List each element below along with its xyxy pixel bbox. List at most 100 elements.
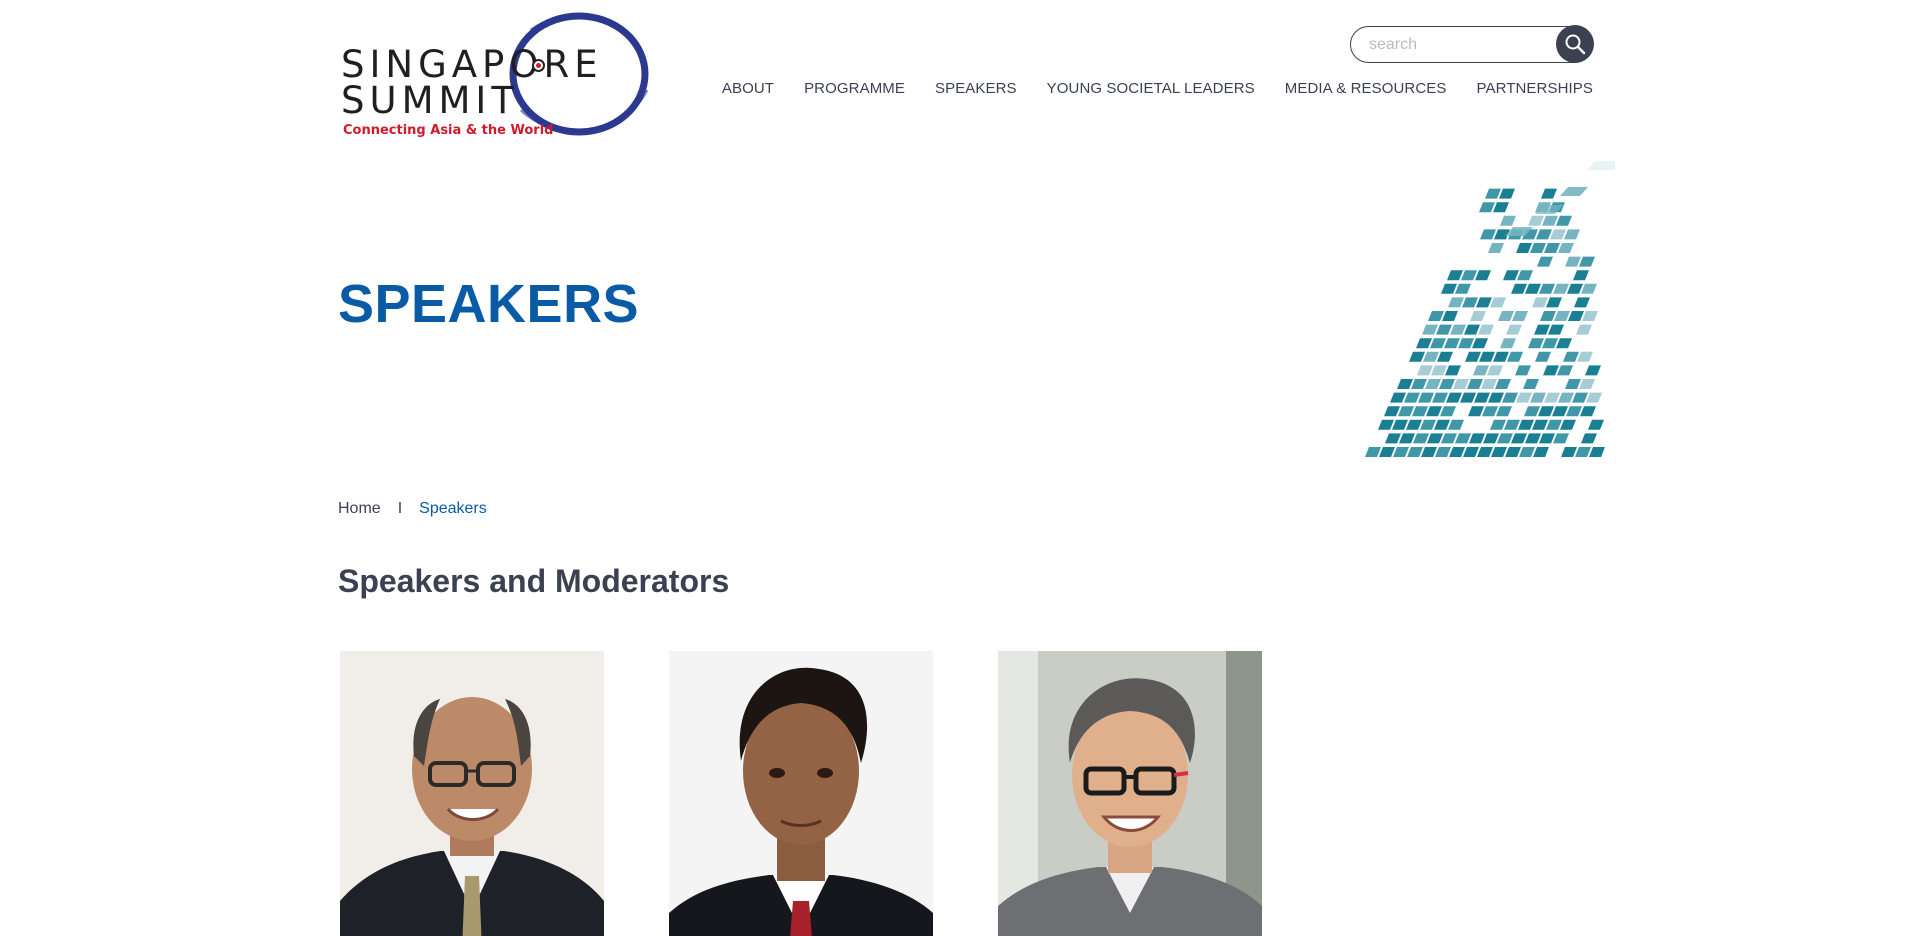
mosaic-tile (1568, 311, 1584, 321)
mosaic-tile (1472, 338, 1488, 349)
mosaic-tile (1455, 433, 1471, 444)
mosaic-tile (1479, 202, 1495, 213)
search-input[interactable] (1369, 34, 1549, 56)
mosaic-tile (1524, 406, 1540, 417)
speaker-card-photo[interactable] (669, 651, 933, 936)
nav-item-speakers[interactable]: SPEAKERS (935, 80, 1017, 97)
mosaic-tile (1474, 392, 1490, 403)
breadcrumb-home-link[interactable]: Home (338, 500, 381, 518)
mosaic-tile (1421, 447, 1437, 457)
mosaic-tile (1582, 311, 1598, 321)
mosaic-tile (1483, 433, 1499, 444)
mosaic-tile (1453, 379, 1469, 389)
mosaic-tile (1556, 338, 1572, 349)
mosaic-tile (1544, 243, 1560, 253)
site-logo[interactable]: SINGAPORE SUMMIT Connecting Asia & the W… (341, 8, 649, 140)
mosaic-tile (1533, 447, 1549, 457)
mosaic-tile (1412, 406, 1428, 417)
nav-item-media-resources[interactable]: MEDIA & RESOURCES (1285, 80, 1447, 97)
nav-item-partnerships[interactable]: PARTNERSHIPS (1476, 80, 1593, 97)
mosaic-tile (1462, 297, 1478, 308)
mosaic-tile (1572, 392, 1588, 403)
search-button[interactable] (1556, 25, 1594, 63)
mosaic-tile (1448, 419, 1464, 430)
mosaic-tile (1567, 283, 1583, 294)
mosaic-tile (1519, 447, 1535, 457)
mosaic-tile (1450, 324, 1466, 335)
mosaic-tile (1546, 297, 1562, 308)
mosaic-tile (1537, 256, 1553, 267)
mosaic-tile (1554, 311, 1570, 321)
mosaic-tile (1392, 419, 1408, 430)
mosaic-tile (1543, 365, 1559, 376)
mosaic-tile (1490, 297, 1506, 308)
mosaic-tile (1406, 419, 1422, 430)
nav-item-programme[interactable]: PROGRAMME (804, 80, 905, 97)
mosaic-tile (1528, 338, 1544, 349)
mosaic-tile (1365, 447, 1381, 457)
mosaic-tile (1482, 406, 1498, 417)
nav-item-about[interactable]: ABOUT (722, 80, 774, 97)
mosaic-tile (1447, 270, 1463, 281)
mosaic-tile (1558, 392, 1574, 403)
mosaic-tile (1528, 215, 1544, 226)
mosaic-tile (1530, 392, 1546, 403)
mosaic-tile (1506, 324, 1522, 335)
mosaic-tile (1539, 433, 1555, 444)
mosaic-tile (1530, 243, 1546, 253)
mosaic-tile (1425, 379, 1441, 389)
mosaic-tile (1558, 243, 1574, 253)
mosaic-tile (1441, 283, 1457, 294)
mosaic-tile (1587, 161, 1615, 170)
breadcrumb: Home I Speakers (338, 500, 487, 518)
speaker-card-photo[interactable] (340, 651, 604, 936)
page-title: SPEAKERS (338, 274, 640, 334)
speaker-portrait-image (669, 651, 933, 936)
mosaic-tile (1550, 229, 1566, 240)
mosaic-tile (1428, 311, 1444, 321)
mosaic-tile (1427, 433, 1443, 444)
mosaic-tile (1579, 379, 1595, 389)
mosaic-tile (1563, 351, 1579, 362)
mosaic-tile (1413, 433, 1429, 444)
speaker-card-photo[interactable] (998, 651, 1262, 936)
logo-red-dot-icon (532, 59, 545, 72)
mosaic-tile (1503, 270, 1519, 281)
mosaic-tile (1480, 229, 1496, 240)
mosaic-tile (1538, 406, 1554, 417)
speaker-portrait-image (340, 651, 604, 936)
mosaic-tile (1444, 338, 1460, 349)
mosaic-tile (1463, 447, 1479, 457)
mosaic-tile (1464, 324, 1480, 335)
mosaic-tile (1426, 406, 1442, 417)
mosaic-tile (1420, 419, 1436, 430)
mosaic-tile (1580, 406, 1596, 417)
breadcrumb-separator: I (397, 500, 403, 517)
mosaic-tile (1588, 419, 1604, 430)
section-title: Speakers and Moderators (338, 563, 730, 599)
mosaic-tile (1516, 392, 1532, 403)
mosaic-tile (1390, 392, 1406, 403)
mosaic-tile (1469, 433, 1485, 444)
nav-item-young-societal-leaders[interactable]: YOUNG SOCIETAL LEADERS (1047, 80, 1255, 97)
mosaic-tile (1507, 351, 1523, 362)
mosaic-tile (1536, 229, 1552, 240)
mosaic-tile (1411, 379, 1427, 389)
mosaic-tile (1500, 338, 1516, 349)
mosaic-tile (1504, 419, 1520, 430)
mosaic-graphic (1365, 161, 1615, 457)
mosaic-tile (1573, 270, 1589, 281)
mosaic-tile (1560, 187, 1588, 196)
mosaic-tile (1467, 379, 1483, 389)
mosaic-tile (1497, 433, 1513, 444)
mosaic-tile (1534, 324, 1550, 335)
mosaic-tile (1423, 351, 1439, 362)
mosaic-tile (1586, 392, 1602, 403)
mosaic-tile (1430, 338, 1446, 349)
search-icon (1565, 34, 1586, 55)
mosaic-tile (1434, 419, 1450, 430)
mosaic-tile (1556, 215, 1572, 226)
search-box (1350, 25, 1594, 63)
mosaic-tile (1517, 270, 1533, 281)
mosaic-tile (1487, 365, 1503, 376)
